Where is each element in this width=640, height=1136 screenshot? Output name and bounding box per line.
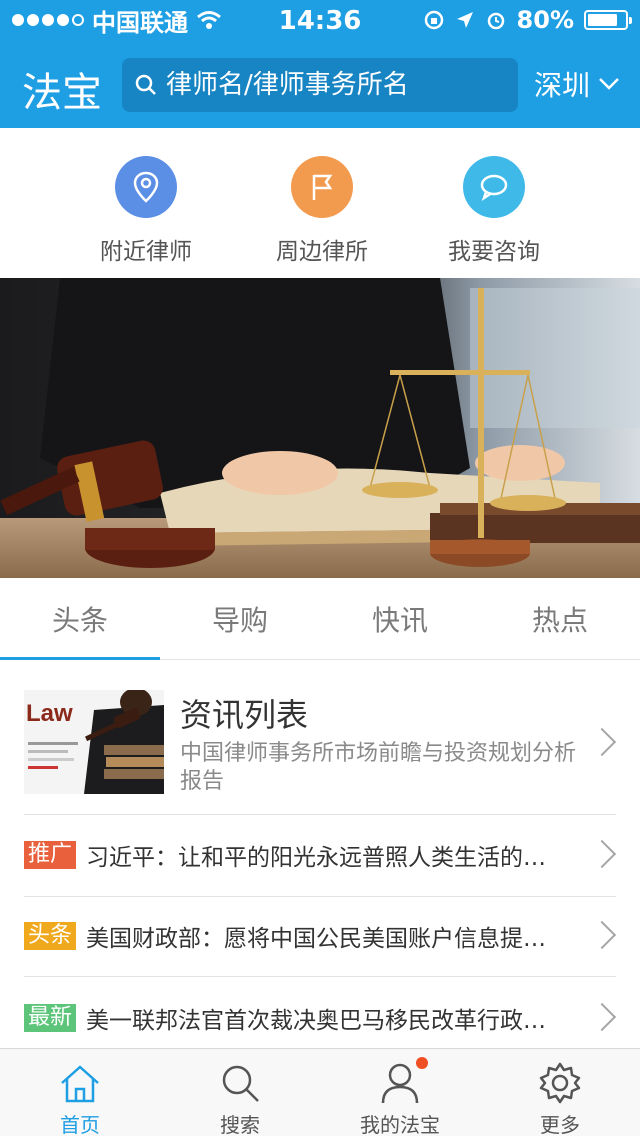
tabbar-more-label: 更多 <box>540 1113 580 1136</box>
battery-percent: 80% <box>516 6 574 34</box>
news-title: 美一联邦法官首次裁决奥巴马移民改革行政… <box>86 1008 547 1034</box>
news-row[interactable]: 头条 美国财政部：愿将中国公民美国账户信息提… <box>24 909 617 963</box>
search-icon <box>135 74 156 95</box>
news-row[interactable]: 推广 习近平：让和平的阳光永远普照人类生活的… <box>24 828 617 882</box>
justice-scale-gavel-image <box>0 278 640 578</box>
flag-icon <box>291 156 353 218</box>
news-row[interactable]: 最新 美一联邦法官首次裁决奥巴马移民改革行政… <box>24 991 617 1045</box>
divider <box>24 896 616 897</box>
law-thumbnail: Law <box>24 690 164 794</box>
city-label: 深圳 <box>534 69 591 102</box>
status-bar: 中国联通 14:36 80% <box>0 0 640 40</box>
quick-actions: 附近律师 周边律所 我要咨询 <box>0 128 640 278</box>
search-input[interactable] <box>166 70 518 100</box>
tabbar-home-label: 首页 <box>60 1113 100 1136</box>
consult-button[interactable]: 我要咨询 <box>419 156 569 266</box>
divider <box>24 976 616 977</box>
app-logo: 法宝 <box>22 70 102 116</box>
tabbar-search[interactable]: 搜索 <box>160 1049 320 1136</box>
search-icon <box>218 1061 262 1105</box>
consult-label: 我要咨询 <box>448 239 540 265</box>
notification-dot <box>416 1057 428 1069</box>
tabbar-profile[interactable]: 我的法宝 <box>320 1049 480 1136</box>
search-bar[interactable] <box>122 58 518 112</box>
tab-flash[interactable]: 快讯 <box>320 578 480 660</box>
promo-badge: 推广 <box>24 841 77 869</box>
location-arrow-icon <box>456 12 473 28</box>
nearby-lawyers-button[interactable]: 附近律师 <box>71 156 221 266</box>
tab-hot[interactable]: 热点 <box>480 578 640 660</box>
latest-badge: 最新 <box>24 1004 77 1032</box>
headline-badge: 头条 <box>24 922 77 950</box>
tabbar-more[interactable]: 更多 <box>480 1049 640 1136</box>
alarm-icon <box>487 12 504 30</box>
tab-headline[interactable]: 头条 <box>0 578 160 660</box>
chat-bubble-icon <box>463 156 525 218</box>
gear-icon <box>538 1061 582 1105</box>
tabbar-home[interactable]: 首页 <box>0 1049 160 1136</box>
feature-news-item[interactable]: Law 资讯列表 中国律师事务所市场前瞻与投资规划分析报告 <box>24 690 617 814</box>
divider <box>24 814 616 815</box>
news-title: 习近平：让和平的阳光永远普照人类生活的… <box>86 845 547 871</box>
thumb-law-text: Law <box>26 700 73 727</box>
bottom-tab-bar: 首页 搜索 我的法宝 更多 <box>0 1048 640 1136</box>
chevron-down-icon <box>599 78 619 90</box>
feature-description: 中国律师事务所市场前瞻与投资规划分析报告 <box>180 741 577 794</box>
city-selector[interactable]: 深圳 <box>534 64 620 104</box>
news-title: 美国财政部：愿将中国公民美国账户信息提… <box>86 926 547 952</box>
feature-title: 资讯列表 <box>180 696 309 734</box>
chevron-right-icon <box>587 1002 617 1032</box>
battery-icon <box>584 10 632 30</box>
tab-guide[interactable]: 导购 <box>160 578 320 660</box>
home-icon <box>58 1061 102 1105</box>
nearby-firms-label: 周边律所 <box>276 239 368 265</box>
justice-banner[interactable] <box>0 278 640 578</box>
category-tabs: 头条 导购 快讯 热点 <box>0 578 640 660</box>
chevron-right-icon <box>587 839 617 869</box>
app-header: 法宝 深圳 <box>0 40 640 128</box>
rotation-lock-icon <box>424 10 443 30</box>
location-pin-icon <box>115 156 177 218</box>
chevron-right-icon <box>587 920 617 950</box>
nearby-lawyers-label: 附近律师 <box>100 239 192 265</box>
tabbar-search-label: 搜索 <box>220 1113 260 1136</box>
chevron-right-icon <box>587 727 617 757</box>
tabbar-profile-label: 我的法宝 <box>360 1113 440 1136</box>
active-tab-indicator <box>0 657 160 660</box>
user-icon <box>378 1057 428 1105</box>
nearby-firms-button[interactable]: 周边律所 <box>247 156 397 266</box>
